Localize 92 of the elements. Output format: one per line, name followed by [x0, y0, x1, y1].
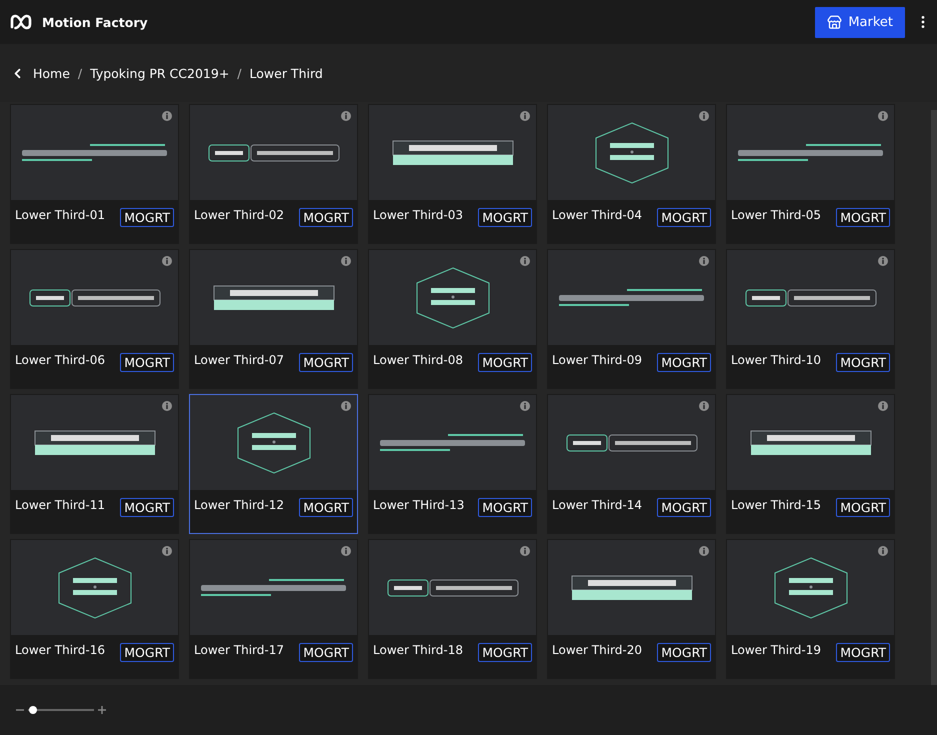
template-card[interactable]: Lower Third-15 MOGRT: [726, 394, 895, 534]
template-name: Lower Third-14: [552, 498, 642, 512]
info-icon[interactable]: [520, 256, 530, 266]
mogrt-button[interactable]: MOGRT: [836, 208, 890, 227]
mogrt-button[interactable]: MOGRT: [120, 498, 174, 517]
info-icon[interactable]: [699, 546, 709, 556]
info-icon[interactable]: [341, 401, 351, 411]
info-icon[interactable]: [699, 401, 709, 411]
mogrt-button[interactable]: MOGRT: [478, 353, 532, 372]
template-name: Lower Third-04: [552, 208, 642, 222]
template-card[interactable]: Lower Third-04 MOGRT: [547, 104, 716, 244]
template-card[interactable]: Lower Third-08 MOGRT: [368, 249, 537, 389]
info-icon[interactable]: [162, 256, 172, 266]
template-name: Lower Third-11: [15, 498, 105, 512]
template-name: Lower Third-07: [194, 353, 284, 367]
template-name: Lower Third-08: [373, 353, 463, 367]
mogrt-button[interactable]: MOGRT: [836, 643, 890, 662]
plus-icon[interactable]: [98, 706, 106, 714]
info-icon[interactable]: [162, 401, 172, 411]
template-name: Lower Third-01: [15, 208, 105, 222]
info-icon[interactable]: [520, 401, 530, 411]
market-button[interactable]: Market: [815, 6, 905, 38]
template-card[interactable]: Lower Third-01 MOGRT: [10, 104, 179, 244]
template-card[interactable]: Lower Third-05 MOGRT: [726, 104, 895, 244]
mogrt-button[interactable]: MOGRT: [120, 208, 174, 227]
info-icon[interactable]: [878, 401, 888, 411]
template-card[interactable]: Lower Third-06 MOGRT: [10, 249, 179, 389]
breadcrumb-link[interactable]: Typoking PR CC2019+: [90, 66, 230, 80]
template-name: Lower Third-18: [373, 643, 463, 657]
mogrt-button[interactable]: MOGRT: [478, 498, 532, 517]
breadcrumb-link[interactable]: Home: [33, 66, 70, 80]
template-card[interactable]: Lower Third-12 MOGRT: [189, 394, 358, 534]
template-name: Lower Third-17: [194, 643, 284, 657]
template-name: Lower Third-12: [194, 498, 284, 512]
template-name: Lower Third-19: [731, 643, 821, 657]
mogrt-button[interactable]: MOGRT: [478, 643, 532, 662]
template-card[interactable]: Lower Third-14 MOGRT: [547, 394, 716, 534]
logo-icon: [10, 14, 32, 30]
info-icon[interactable]: [162, 546, 172, 556]
template-card[interactable]: Lower Third-17 MOGRT: [189, 539, 358, 679]
template-card[interactable]: Lower Third-19 MOGRT: [726, 539, 895, 679]
info-icon[interactable]: [878, 111, 888, 121]
mogrt-button[interactable]: MOGRT: [657, 353, 711, 372]
mogrt-button[interactable]: MOGRT: [120, 643, 174, 662]
mogrt-button[interactable]: MOGRT: [657, 498, 711, 517]
scrollbar[interactable]: [931, 110, 937, 685]
template-name: Lower Third-02: [194, 208, 284, 222]
info-icon[interactable]: [878, 256, 888, 266]
breadcrumb-separator: /: [237, 66, 242, 80]
template-card[interactable]: Lower THird-13 MOGRT: [368, 394, 537, 534]
template-card[interactable]: Lower Third-18 MOGRT: [368, 539, 537, 679]
template-card[interactable]: Lower Third-07 MOGRT: [189, 249, 358, 389]
template-name: Lower Third-20: [552, 643, 642, 657]
info-icon[interactable]: [520, 111, 530, 121]
info-icon[interactable]: [341, 111, 351, 121]
template-name: Lower Third-10: [731, 353, 821, 367]
info-icon[interactable]: [341, 546, 351, 556]
info-icon[interactable]: [699, 256, 709, 266]
template-name: Lower Third-09: [552, 353, 642, 367]
template-name: Lower Third-15: [731, 498, 821, 512]
mogrt-button[interactable]: MOGRT: [299, 643, 353, 662]
breadcrumb-separator: /: [78, 66, 82, 80]
mogrt-button[interactable]: MOGRT: [299, 353, 353, 372]
template-name: Lower Third-03: [373, 208, 463, 222]
template-name: Lower Third-16: [15, 643, 105, 657]
mogrt-button[interactable]: MOGRT: [478, 208, 532, 227]
info-icon[interactable]: [162, 111, 172, 121]
template-card[interactable]: Lower Third-11 MOGRT: [10, 394, 179, 534]
store-icon: [827, 14, 842, 30]
info-icon[interactable]: [878, 546, 888, 556]
mogrt-button[interactable]: MOGRT: [299, 208, 353, 227]
mogrt-button[interactable]: MOGRT: [120, 353, 174, 372]
info-icon[interactable]: [520, 546, 530, 556]
mogrt-button[interactable]: MOGRT: [836, 498, 890, 517]
mogrt-button[interactable]: MOGRT: [299, 498, 353, 517]
template-name: Lower Third-05: [731, 208, 821, 222]
template-card[interactable]: Lower Third-20 MOGRT: [547, 539, 716, 679]
template-card[interactable]: Lower Third-16 MOGRT: [10, 539, 179, 679]
template-card[interactable]: Lower Third-10 MOGRT: [726, 249, 895, 389]
template-name: Lower Third-06: [15, 353, 105, 367]
slider-thumb[interactable]: [28, 706, 37, 714]
mogrt-button[interactable]: MOGRT: [657, 208, 711, 227]
app-title: Motion Factory: [42, 14, 149, 30]
info-icon[interactable]: [341, 256, 351, 266]
mogrt-button[interactable]: MOGRT: [836, 353, 890, 372]
template-card[interactable]: Lower Third-02 MOGRT: [189, 104, 358, 244]
template-name: Lower THird-13: [373, 498, 464, 512]
mogrt-button[interactable]: MOGRT: [657, 643, 711, 662]
template-card[interactable]: Lower Third-03 MOGRT: [368, 104, 537, 244]
template-card[interactable]: Lower Third-09 MOGRT: [547, 249, 716, 389]
breadcrumb-link[interactable]: Lower Third: [250, 66, 323, 80]
info-icon[interactable]: [699, 111, 709, 121]
